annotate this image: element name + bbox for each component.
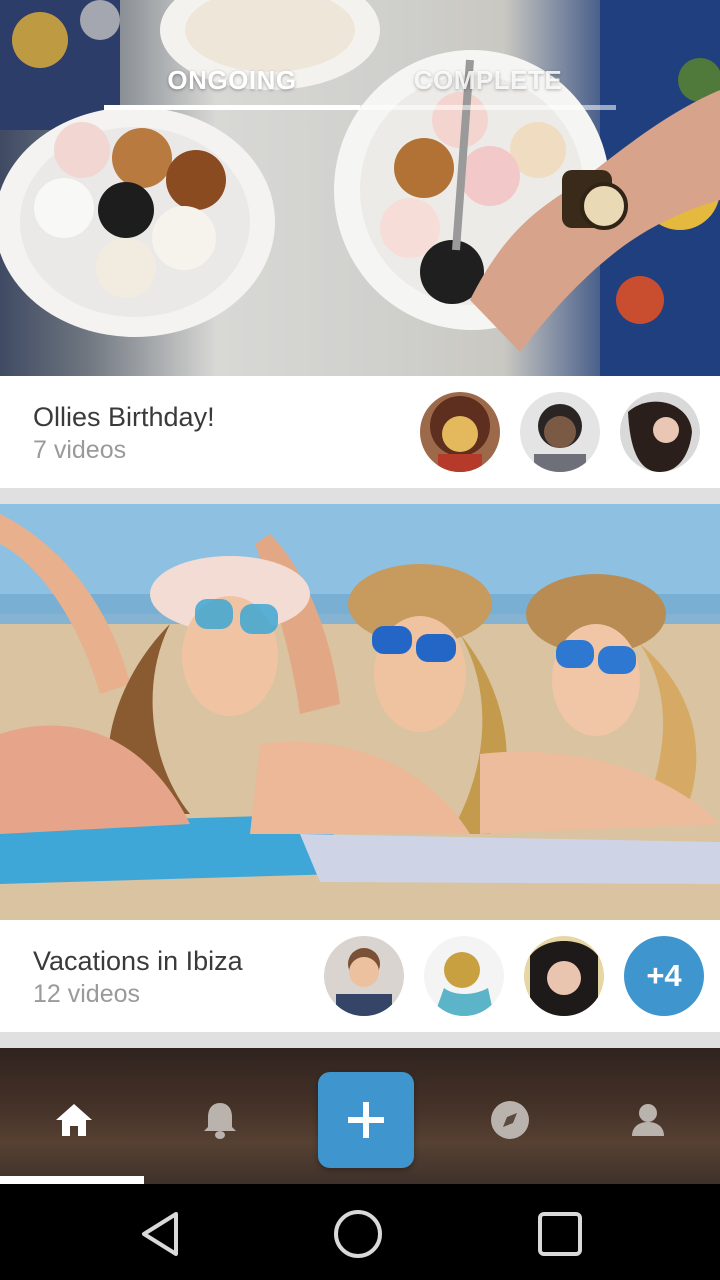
system-home-button[interactable] [326, 1202, 390, 1266]
tab-active-indicator [104, 105, 360, 110]
add-event-button[interactable] [318, 1072, 414, 1168]
profile-icon [632, 1104, 664, 1136]
tab-ongoing[interactable]: ONGOING [104, 62, 360, 102]
bell-icon [204, 1103, 236, 1139]
back-icon [142, 1212, 178, 1256]
system-navigation-bar [0, 1184, 720, 1280]
event-video-count: 12 videos [33, 980, 141, 1008]
card-divider [0, 488, 720, 504]
bottom-nav [0, 1048, 720, 1184]
participant-avatar[interactable] [524, 936, 604, 1016]
participant-avatar[interactable] [620, 392, 700, 472]
recents-icon [538, 1212, 582, 1256]
nav-explore[interactable] [438, 1072, 582, 1168]
avatar-image [324, 936, 404, 1016]
nav-home[interactable] [2, 1072, 146, 1168]
avatar-image [424, 936, 504, 1016]
avatar-image [520, 392, 600, 472]
tab-bar: ONGOING COMPLETE [0, 0, 720, 112]
tab-complete[interactable]: COMPLETE [360, 62, 616, 102]
system-recents-button[interactable] [528, 1202, 592, 1266]
participant-avatar[interactable] [324, 936, 404, 1016]
system-back-button[interactable] [128, 1202, 192, 1266]
nav-active-indicator [0, 1176, 144, 1184]
event-card-vacations-ibiza[interactable]: Vacations in Ibiza 12 videos +4 [0, 504, 720, 1032]
participant-avatar[interactable] [424, 936, 504, 1016]
event-info[interactable]: Vacations in Ibiza 12 videos +4 [0, 920, 720, 1032]
participant-avatar[interactable] [520, 392, 600, 472]
more-participants-badge[interactable]: +4 [624, 936, 704, 1016]
event-info[interactable]: Ollies Birthday! 7 videos [0, 376, 720, 488]
avatar-image [420, 392, 500, 472]
event-cover-image[interactable] [0, 504, 720, 920]
nav-notifications[interactable] [148, 1072, 292, 1168]
home-circle-icon [334, 1210, 382, 1258]
nav-profile[interactable] [576, 1072, 720, 1168]
home-icon [56, 1104, 92, 1136]
add-icon [348, 1102, 384, 1138]
compass-icon [491, 1101, 529, 1139]
event-video-count: 7 videos [33, 436, 127, 464]
event-title: Vacations in Ibiza [33, 946, 243, 976]
card-divider [0, 1032, 720, 1048]
avatar-image [524, 936, 604, 1016]
avatar-image [620, 392, 700, 472]
beach-photo [0, 504, 720, 920]
event-title: Ollies Birthday! [33, 402, 215, 432]
participant-avatar[interactable] [420, 392, 500, 472]
